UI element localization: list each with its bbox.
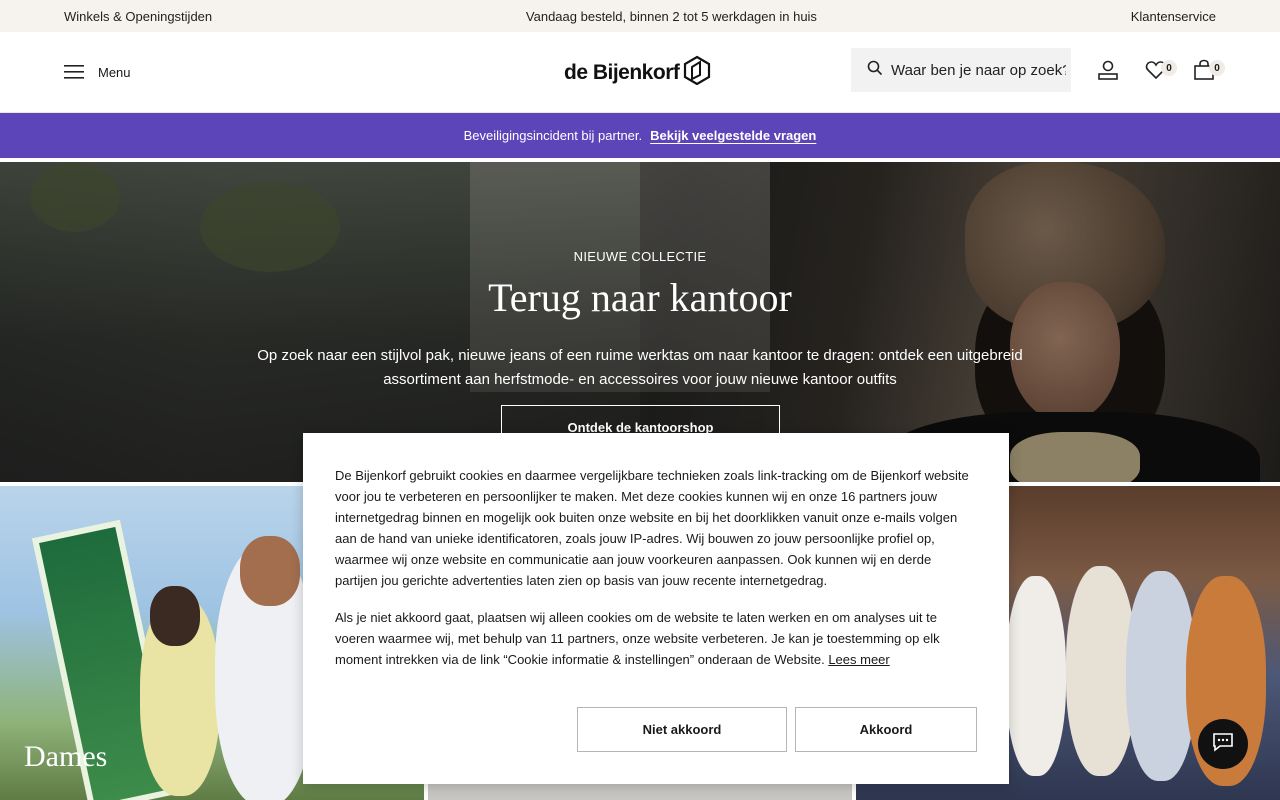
top-info-bar: Winkels & Openingstijden Vandaag besteld…	[0, 0, 1280, 32]
tile-model-head	[240, 536, 300, 606]
security-alert-banner: Beveiligingsincident bij partner. Bekijk…	[0, 113, 1280, 158]
stores-link[interactable]: Winkels & Openingstijden	[64, 9, 212, 24]
tile-model	[1006, 576, 1066, 776]
cart-button[interactable]: 0	[1193, 32, 1225, 112]
site-header: Menu de Bijenkorf 0 0	[0, 32, 1280, 113]
tile-model-head	[150, 586, 200, 646]
search-bar[interactable]	[851, 48, 1071, 92]
hamburger-icon	[64, 64, 84, 80]
decline-button[interactable]: Niet akkoord	[577, 707, 787, 752]
cookie-buttons: Niet akkoord Akkoord	[577, 707, 977, 752]
site-logo[interactable]: de Bijenkorf	[564, 55, 711, 91]
logo-mark-icon	[683, 55, 711, 91]
hero-kicker: NIEUWE COLLECTIE	[573, 249, 707, 264]
logo-text: de Bijenkorf	[564, 61, 680, 84]
menu-label: Menu	[98, 64, 131, 80]
wishlist-button[interactable]: 0	[1145, 32, 1177, 112]
chat-icon	[1211, 731, 1235, 758]
hero-title: Terug naar kantoor	[488, 275, 792, 320]
cart-count-badge: 0	[1209, 60, 1225, 76]
menu-button[interactable]: Menu	[64, 32, 131, 112]
tile-label-dames: Dames	[24, 740, 108, 773]
wishlist-count-badge: 0	[1161, 60, 1177, 76]
hero-description: Op zoek naar een stijlvol pak, nieuwe je…	[257, 347, 1023, 388]
customer-service-link[interactable]: Klantenservice	[1131, 9, 1216, 24]
read-more-link[interactable]: Lees meer	[828, 652, 889, 667]
search-icon	[867, 60, 883, 81]
chat-button[interactable]	[1198, 719, 1248, 769]
delivery-info: Vandaag besteld, binnen 2 tot 5 werkdage…	[525, 8, 817, 24]
cookie-consent-dialog: De Bijenkorf gebruikt cookies en daarmee…	[303, 433, 1009, 784]
account-icon	[1097, 59, 1119, 86]
cookie-text-paragraph-1: De Bijenkorf gebruikt cookies en daarmee…	[335, 468, 969, 588]
accept-button[interactable]: Akkoord	[795, 707, 977, 752]
search-input[interactable]	[891, 61, 1066, 79]
faq-link[interactable]: Bekijk veelgestelde vragen	[650, 128, 816, 143]
account-button[interactable]	[1097, 32, 1119, 112]
alert-text: Beveiligingsincident bij partner.	[463, 128, 643, 143]
cookie-text-paragraph-2: Als je niet akkoord gaat, plaatsen wij a…	[335, 607, 977, 670]
